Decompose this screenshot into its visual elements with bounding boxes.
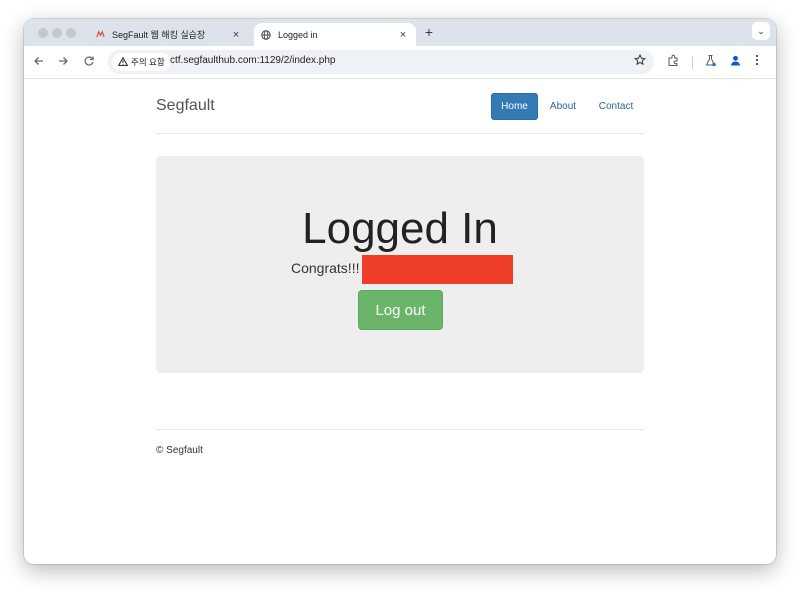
browser-window: SegFault 웹 해킹 실습장 × Logged in × + ⌄ 주의 요…: [24, 19, 776, 564]
redacted-block: [362, 255, 513, 284]
security-warning-chip[interactable]: 주의 요함: [112, 53, 171, 71]
jumbotron: Logged In Congrats!!! Log out: [156, 156, 644, 373]
header-divider: [156, 133, 644, 134]
segfault-favicon-icon: [95, 30, 105, 40]
kebab-menu-icon[interactable]: [755, 54, 759, 69]
congrats-text: Congrats!!!: [291, 260, 360, 276]
web-page: Segfault Home About Contact Logged In Co…: [24, 79, 776, 564]
warning-triangle-icon: [117, 56, 129, 68]
reload-icon[interactable]: [82, 55, 96, 69]
bookmark-star-icon[interactable]: [633, 53, 647, 69]
security-warning-label: 주의 요함: [131, 57, 165, 67]
url-text[interactable]: ctf.segfaulthub.com:1129/2/index.php: [170, 55, 335, 66]
tab-segfault[interactable]: SegFault 웹 해킹 실습장 ×: [88, 23, 249, 46]
profile-avatar-icon[interactable]: [729, 54, 742, 70]
new-tab-button[interactable]: +: [422, 24, 436, 40]
tab-title: SegFault 웹 해킹 실습장: [112, 30, 206, 40]
window-close-dot[interactable]: [38, 28, 48, 38]
tab-logged-in[interactable]: Logged in ×: [254, 23, 416, 46]
forward-arrow-icon[interactable]: [56, 55, 70, 69]
site-brand[interactable]: Segfault: [156, 97, 215, 115]
nav-contact[interactable]: Contact: [592, 93, 640, 120]
tab-strip: SegFault 웹 해킹 실습장 × Logged in × + ⌄: [24, 19, 776, 46]
back-arrow-icon[interactable]: [32, 55, 46, 69]
logout-button[interactable]: Log out: [358, 290, 443, 330]
footer-divider: [156, 429, 644, 430]
globe-icon: [261, 29, 271, 40]
address-bar[interactable]: 주의 요함 ctf.segfaulthub.com:1129/2/index.p…: [108, 50, 654, 74]
window-minimize-dot[interactable]: [52, 28, 62, 38]
nav-about[interactable]: About: [543, 93, 583, 120]
page-title: Logged In: [302, 204, 498, 253]
window-zoom-dot[interactable]: [66, 28, 76, 38]
tab-close-icon[interactable]: ×: [396, 29, 410, 41]
extensions-puzzle-icon[interactable]: [667, 54, 680, 70]
tab-search-button[interactable]: ⌄: [752, 22, 770, 40]
labs-flask-icon[interactable]: [704, 54, 717, 70]
footer-copyright: © Segfault: [156, 445, 203, 456]
nav-home[interactable]: Home: [491, 93, 538, 120]
browser-toolbar: 주의 요함 ctf.segfaulthub.com:1129/2/index.p…: [24, 46, 776, 79]
tab-close-icon[interactable]: ×: [229, 29, 243, 41]
toolbar-divider: [692, 56, 693, 69]
tab-title: Logged in: [278, 29, 318, 40]
